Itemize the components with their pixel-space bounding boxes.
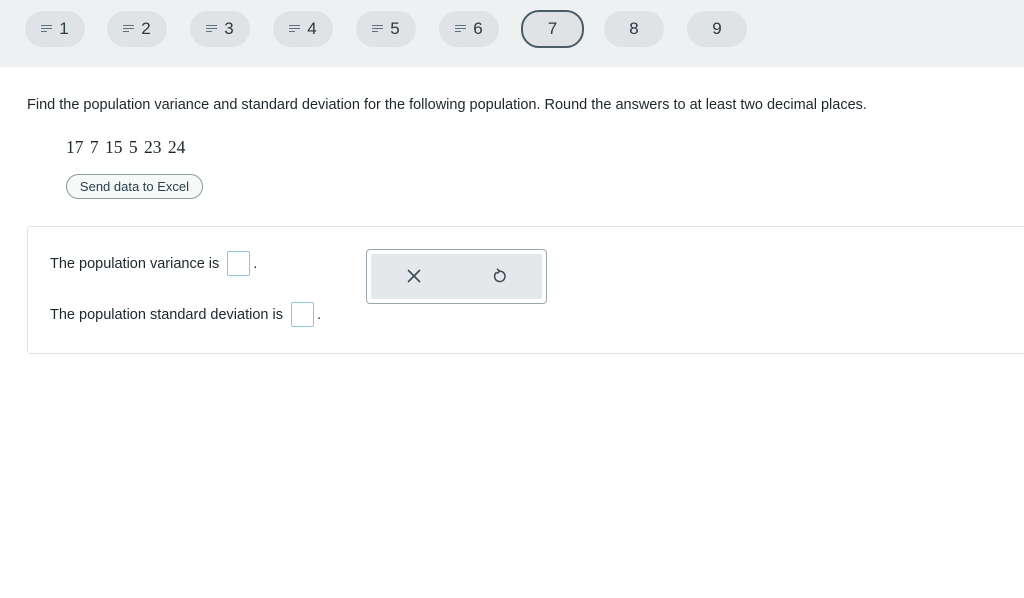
- question-number: 8: [629, 19, 639, 38]
- question-8-button[interactable]: 8: [604, 11, 664, 47]
- question-number: 6: [473, 19, 483, 38]
- answered-lines-icon: [41, 25, 53, 33]
- send-data-to-excel-button[interactable]: Send data to Excel: [66, 174, 203, 199]
- variance-answer-row: The population variance is .: [50, 251, 257, 276]
- question-number: 3: [224, 19, 234, 38]
- population-data: 17 7 15 5 23 24: [66, 137, 186, 157]
- question-number: 9: [712, 19, 722, 38]
- clear-answer-button[interactable]: [402, 264, 426, 288]
- close-icon: [407, 269, 421, 283]
- variance-input[interactable]: [227, 251, 251, 276]
- question-number: 2: [141, 19, 151, 38]
- question-2-button[interactable]: 2: [107, 11, 167, 47]
- variance-period: .: [253, 255, 258, 272]
- question-navigation-bar: 1 2 3 4 5 6 7 8 9: [0, 0, 1024, 67]
- question-number: 1: [59, 19, 69, 38]
- std-deviation-input[interactable]: [290, 302, 314, 327]
- question-3-button[interactable]: 3: [190, 11, 250, 47]
- answered-lines-icon: [289, 25, 301, 33]
- question-4-button[interactable]: 4: [273, 11, 333, 47]
- undo-icon: [493, 268, 506, 283]
- std-deviation-label: The population standard deviation is: [50, 306, 283, 323]
- std-deviation-period: .: [316, 306, 321, 323]
- answered-lines-icon: [455, 25, 467, 33]
- question-number: 4: [307, 19, 317, 38]
- std-deviation-answer-row: The population standard deviation is .: [50, 302, 321, 327]
- question-9-button[interactable]: 9: [687, 11, 747, 47]
- answered-lines-icon: [206, 25, 218, 33]
- answer-tools-inner: [371, 254, 542, 299]
- answered-lines-icon: [372, 25, 384, 33]
- question-6-button[interactable]: 6: [439, 11, 499, 47]
- undo-button[interactable]: [487, 264, 511, 288]
- answered-lines-icon: [123, 25, 135, 33]
- variance-label: The population variance is: [50, 255, 220, 272]
- question-number: 5: [390, 19, 400, 38]
- answer-panel: The population variance is . The populat…: [27, 226, 1024, 354]
- question-number: 7: [547, 19, 558, 38]
- question-7-button-current[interactable]: 7: [521, 10, 584, 48]
- question-prompt: Find the population variance and standar…: [27, 97, 867, 113]
- answer-tools: [366, 249, 547, 304]
- question-1-button[interactable]: 1: [25, 11, 85, 47]
- question-5-button[interactable]: 5: [356, 11, 416, 47]
